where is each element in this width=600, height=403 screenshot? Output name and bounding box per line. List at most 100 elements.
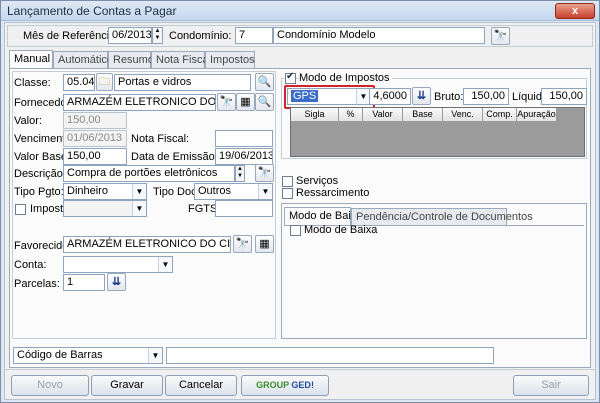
tipo-doc-select[interactable]: Outros ▼ (194, 183, 273, 200)
ressarcimento-checkbox[interactable] (282, 188, 293, 199)
tab-nota-fiscal[interactable]: Nota Fiscal (151, 51, 211, 68)
binoculars-icon: 🔭 (235, 238, 250, 250)
mes-referencia-input[interactable]: 06/2013 (108, 27, 152, 44)
close-button[interactable]: x (555, 3, 595, 19)
vencimento-input[interactable]: 01/06/2013 (63, 130, 127, 147)
data-emissao-input[interactable]: 19/06/2013 (215, 148, 273, 165)
title-bar: Lançamento de Contas a Pagar x (1, 1, 599, 21)
parcelas-generate-button[interactable]: ⇊ (107, 273, 126, 291)
group-ged-logo[interactable]: GROUP GED! (241, 375, 329, 396)
gravar-button[interactable]: Gravar (91, 375, 163, 396)
folder-icon: 🗀 (99, 76, 110, 88)
classe-folder-button[interactable]: 🗀 (96, 73, 113, 91)
nota-fiscal-input[interactable] (215, 130, 273, 147)
modo-impostos-checkbox[interactable] (285, 71, 296, 84)
codigo-barras-value: Código de Barras (17, 349, 103, 361)
grid-header-base[interactable]: Base (403, 108, 443, 122)
down-arrows-icon: ⇊ (416, 90, 427, 102)
binoculars-icon: 🔭 (257, 167, 272, 179)
tipo-doc-value: Outros (198, 185, 232, 197)
valor-base-input[interactable]: 150,00 (63, 148, 127, 165)
cancelar-label: Cancelar (178, 379, 224, 391)
tipo-pgto-label: Tipo Pgto: (14, 186, 64, 198)
fornecedor-lookup-button[interactable]: 🔍 (255, 93, 274, 111)
window-body: Mês de Referência: 06/2013 ▲ ▼ Condomínio… (4, 22, 596, 400)
mes-referencia-label: Mês de Referência: (23, 30, 119, 42)
grid-header-percent[interactable]: % (339, 108, 363, 122)
codigo-barras-select[interactable]: Código de Barras ▼ (13, 347, 163, 364)
valor-base-label: Valor Base: (14, 151, 71, 163)
favorecido-calc-button[interactable]: ▦ (255, 235, 274, 253)
classe-name-input[interactable]: Portas e vidros (114, 74, 251, 91)
cancelar-button[interactable]: Cancelar (165, 375, 237, 396)
grid-header-sigla[interactable]: Sigla (291, 108, 339, 122)
fornecedor-calc-button[interactable]: ▦ (236, 93, 255, 111)
servicos-checkbox[interactable] (282, 176, 293, 187)
calculator-icon: ▦ (259, 238, 270, 250)
sair-button[interactable]: Sair (513, 375, 589, 396)
modo-impostos-label: Modo de Impostos (299, 72, 392, 84)
logo-ged-text: GED (291, 380, 311, 390)
condominio-name-input[interactable]: Condomínio Modelo (273, 27, 485, 44)
chevron-down-icon: ▼ (258, 184, 272, 199)
nota-fiscal-label: Nota Fiscal: (131, 133, 190, 145)
grid-header-comp[interactable]: Comp. (483, 108, 517, 122)
condominio-search-button[interactable]: 🔭 (491, 27, 510, 45)
grid-header-valor[interactable]: Valor (363, 108, 403, 122)
logo-mark: ! (310, 380, 314, 390)
highlight-box (284, 85, 375, 109)
window-title: Lançamento de Contas a Pagar (7, 4, 177, 18)
favorecido-input[interactable]: ARMAZÉM ELETRONICO DO CICERO (63, 236, 231, 253)
favorecido-search-button[interactable]: 🔭 (233, 235, 252, 253)
valor-label: Valor: (14, 115, 42, 127)
window: Lançamento de Contas a Pagar x Mês de Re… (0, 0, 600, 403)
calculator-icon: ▦ (240, 96, 251, 108)
chevron-down-icon: ▼ (148, 348, 162, 363)
classe-label: Classe: (14, 77, 51, 89)
tab-impostos[interactable]: Impostos (205, 51, 255, 68)
sair-label: Sair (541, 379, 561, 391)
grid-header-apuracao[interactable]: Apuração (517, 108, 557, 122)
servicos-label: Serviços (296, 175, 339, 187)
valor-input[interactable]: 150,00 (63, 112, 127, 129)
impostos-grid: Sigla % Valor Base Venc. Comp. Apuração (290, 107, 585, 157)
fornecedor-input[interactable]: ARMAZÉM ELETRONICO DO CICERO (63, 94, 216, 111)
parcelas-input[interactable]: 1 (63, 274, 105, 291)
modo-baixa-checkbox[interactable] (290, 225, 301, 236)
tipo-pgto-select[interactable]: Dinheiro ▼ (63, 183, 147, 200)
binoculars-icon: 🔭 (493, 30, 508, 42)
classe-search-button[interactable]: 🔍 (255, 73, 274, 91)
condominio-code-input[interactable]: 7 (235, 27, 273, 44)
codigo-barras-input[interactable] (166, 347, 494, 364)
bruto-label: Bruto: (434, 91, 464, 103)
mes-spinner[interactable]: ▲ ▼ (152, 27, 163, 44)
liquido-input[interactable]: 150,00 (541, 88, 587, 105)
tab-automatico[interactable]: Automático (53, 51, 113, 68)
imposto-select[interactable]: ▼ (63, 200, 147, 217)
grid-header-venc[interactable]: Venc. (443, 108, 483, 122)
chevron-down-icon: ▼ (158, 257, 172, 272)
imposto-checkbox[interactable] (15, 204, 26, 215)
tab-resumo[interactable]: Resumo (108, 51, 154, 68)
modo-baixa-label: Modo de Baixa (304, 224, 378, 236)
subtab-pendencia[interactable]: Pendência/Controle de Documentos (351, 208, 533, 225)
aliquota-apply-button[interactable]: ⇊ (412, 87, 431, 105)
binoculars-icon: 🔭 (219, 96, 234, 108)
chevron-down-icon: ▼ (132, 201, 146, 216)
classe-code-input[interactable]: 05.04 (63, 74, 95, 91)
conta-label: Conta: (14, 259, 47, 271)
novo-button[interactable]: Novo (11, 375, 89, 396)
descricao-spinner[interactable]: ▲ ▼ (235, 165, 245, 182)
condominio-label: Condomínio: (169, 30, 232, 42)
bruto-input[interactable]: 150,00 (463, 88, 509, 105)
footer-divider (5, 369, 595, 370)
fornecedor-search-button[interactable]: 🔭 (217, 93, 236, 111)
tipo-pgto-value: Dinheiro (67, 185, 108, 197)
search-icon: 🔍 (257, 76, 272, 88)
tab-manual[interactable]: Manual (9, 50, 53, 69)
conta-select[interactable]: ▼ (63, 256, 173, 273)
descricao-input[interactable]: Compra de portões eletrônicos (63, 165, 235, 182)
descricao-search-button[interactable]: 🔭 (255, 164, 274, 182)
fgts-input[interactable] (215, 200, 273, 217)
aliquota-input[interactable]: 4,6000 (369, 88, 411, 105)
